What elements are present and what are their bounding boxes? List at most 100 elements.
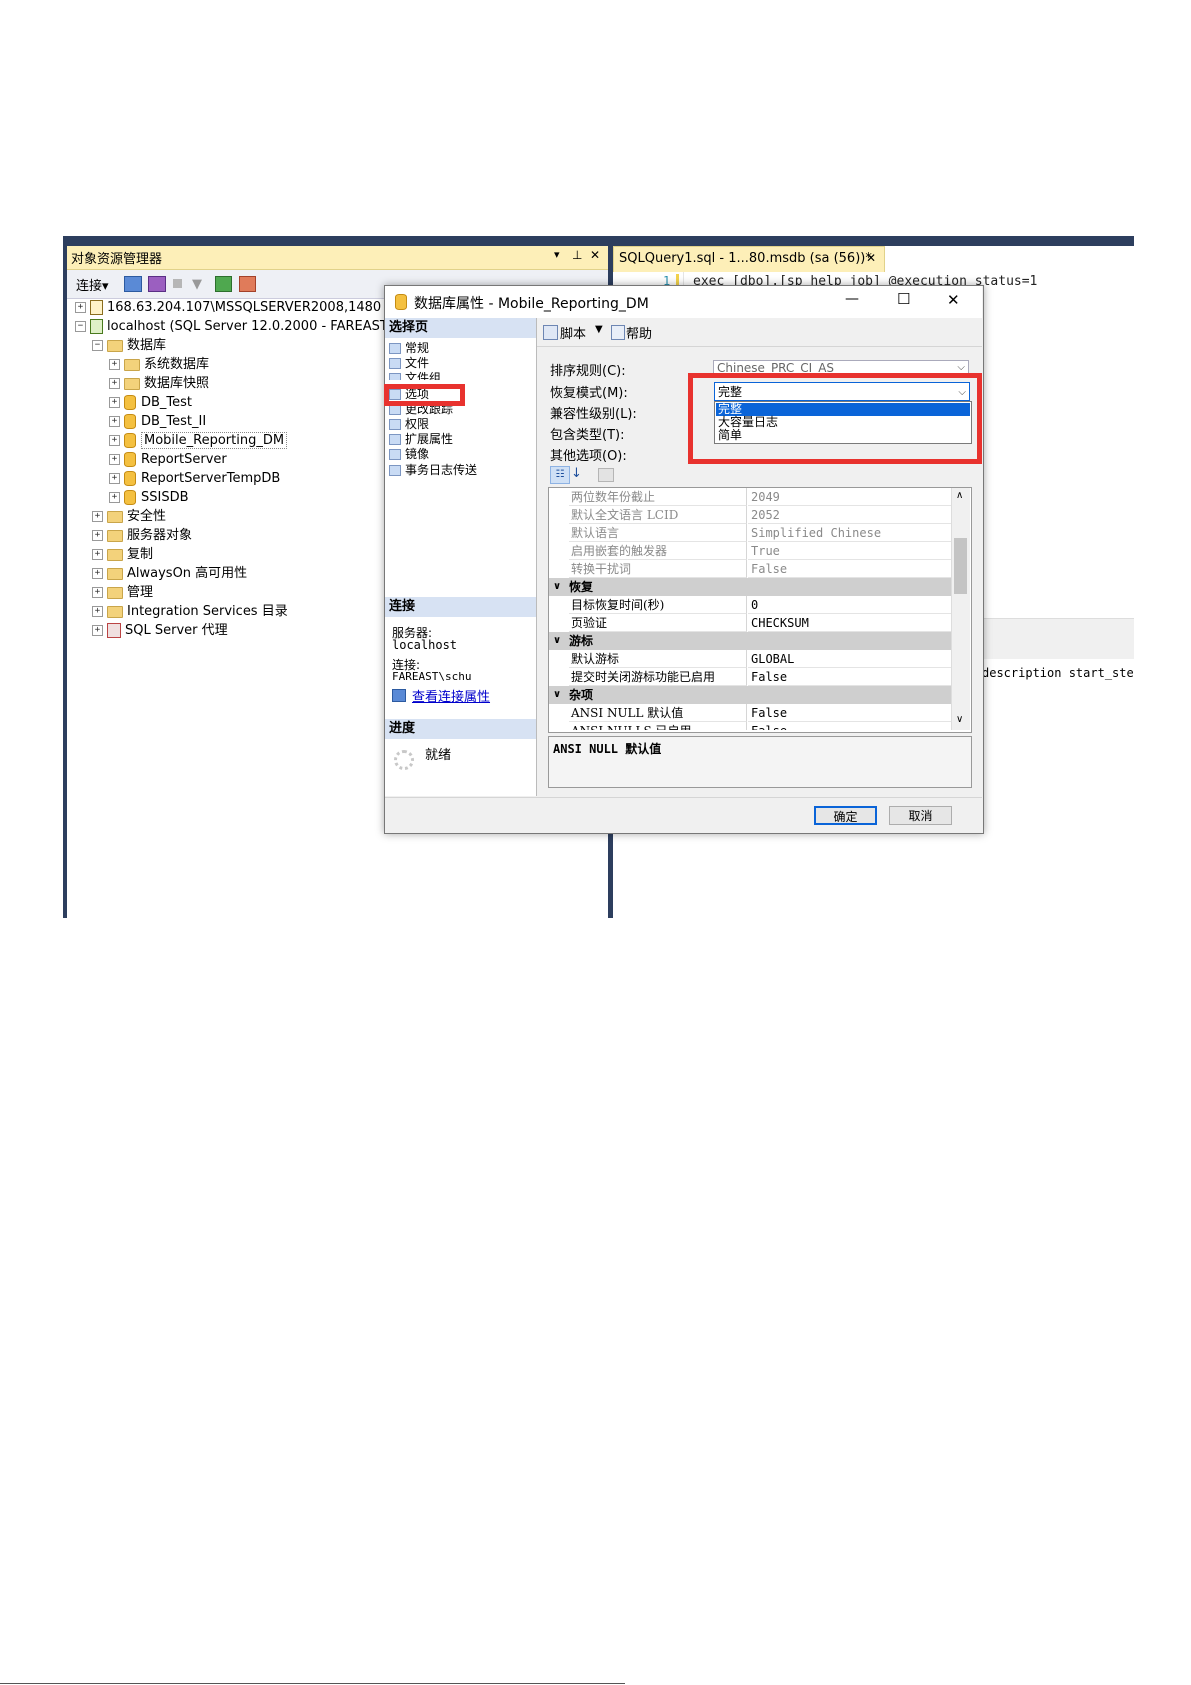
expand-icon[interactable]: + bbox=[109, 416, 120, 427]
tree-node-db-test[interactable]: + DB_Test bbox=[109, 394, 192, 412]
collation-select[interactable]: Chinese_PRC_CI_AS ⌵ bbox=[713, 360, 969, 374]
tree-node-reportserver[interactable]: + ReportServer bbox=[109, 451, 227, 469]
property-row-transform-noise-words[interactable]: 转换干扰词 False bbox=[549, 560, 953, 578]
page-bottom-rule bbox=[0, 1683, 625, 1684]
property-row-close-cursor-on-commit[interactable]: 提交时关闭游标功能已启用 False bbox=[549, 668, 953, 686]
chevron-down-icon: ∨ bbox=[553, 635, 562, 646]
tree-node-reportservertempdb[interactable]: + ReportServerTempDB bbox=[109, 470, 280, 488]
tree-node-alwayson[interactable]: + AlwaysOn 高可用性 bbox=[92, 565, 247, 583]
script-dropdown-icon[interactable]: ▼ bbox=[595, 324, 603, 335]
tree-node-management[interactable]: + 管理 bbox=[92, 584, 153, 602]
property-row-default-fulltext-lcid[interactable]: 默认全文语言 LCID 2052 bbox=[549, 506, 953, 524]
tree-node-replication[interactable]: + 复制 bbox=[92, 546, 153, 564]
tree-node-localhost[interactable]: − localhost (SQL Server 12.0.2000 - FAREA… bbox=[75, 318, 392, 336]
dropdown-icon[interactable]: ▾ bbox=[554, 248, 560, 261]
property-row-default-language[interactable]: 默认语言 Simplified Chinese bbox=[549, 524, 953, 542]
script-icon bbox=[543, 325, 558, 340]
page-filegroups[interactable]: 文件组 bbox=[389, 371, 441, 380]
page-files[interactable]: 文件 bbox=[389, 356, 429, 371]
cancel-button[interactable]: 取消 bbox=[889, 806, 952, 825]
tree-node-integration-services[interactable]: + Integration Services 目录 bbox=[92, 603, 288, 621]
collation-label: 排序规则(C): bbox=[550, 364, 626, 379]
scroll-down-icon[interactable]: ∨ bbox=[956, 714, 963, 725]
stop-icon[interactable] bbox=[173, 279, 182, 288]
highlight-options-page bbox=[384, 384, 465, 406]
property-row-target-recovery-time[interactable]: 目标恢复时间(秒) 0 bbox=[549, 596, 953, 614]
query-tab-title: SQLQuery1.sql - 1...80.msdb (sa (56))* bbox=[619, 251, 872, 266]
tree-node-databases[interactable]: − 数据库 bbox=[92, 337, 166, 355]
property-row-ansi-nulls-enabled[interactable]: ANSI NULLS 已启用False bbox=[549, 722, 953, 730]
disconnect-icon[interactable] bbox=[148, 276, 166, 292]
database-icon bbox=[395, 294, 407, 310]
tree-node-database-snapshots[interactable]: + 数据库快照 bbox=[109, 375, 209, 393]
expand-icon[interactable]: + bbox=[92, 587, 103, 598]
expand-icon[interactable]: + bbox=[92, 568, 103, 579]
tab-close-icon[interactable]: ✕ bbox=[866, 251, 876, 265]
pin-icon[interactable]: ⊥ bbox=[572, 248, 582, 262]
category-misc[interactable]: ∨ 杂项 bbox=[549, 686, 953, 704]
expand-icon[interactable]: + bbox=[92, 625, 103, 636]
page-mirroring[interactable]: 镜像 bbox=[389, 447, 429, 462]
tree-node-remote-server[interactable]: +168.63.204.107\MSSQLSERVER2008,1480 (S bbox=[75, 299, 399, 317]
database-icon bbox=[124, 490, 136, 505]
page-permissions[interactable]: 权限 bbox=[389, 417, 429, 432]
expand-icon[interactable]: + bbox=[109, 492, 120, 503]
property-row-default-cursor[interactable]: 默认游标 GLOBAL bbox=[549, 650, 953, 668]
minimize-button[interactable]: — bbox=[845, 291, 859, 307]
connect-server-icon[interactable] bbox=[124, 276, 142, 292]
connection-properties-icon bbox=[392, 689, 406, 702]
property-row-nested-triggers[interactable]: 启用嵌套的触发器 True bbox=[549, 542, 953, 560]
expand-icon[interactable]: + bbox=[109, 473, 120, 484]
expand-icon[interactable]: + bbox=[109, 397, 120, 408]
page-icon bbox=[389, 434, 401, 445]
filter-icon[interactable]: ▼ bbox=[192, 277, 202, 292]
connect-button[interactable]: 连接▾ bbox=[76, 275, 109, 294]
expand-icon[interactable]: + bbox=[109, 378, 120, 389]
collapse-icon[interactable]: − bbox=[75, 321, 86, 332]
scroll-up-icon[interactable]: ∧ bbox=[956, 490, 963, 501]
refresh-icon[interactable] bbox=[215, 276, 232, 292]
expand-icon[interactable]: + bbox=[92, 511, 103, 522]
property-row-page-verify[interactable]: 页验证 CHECKSUM bbox=[549, 614, 953, 632]
property-row-two-digit-year-cutoff[interactable]: 两位数年份截止 2049 bbox=[549, 488, 953, 506]
category-cursor[interactable]: ∨ 游标 bbox=[549, 632, 953, 650]
activity-monitor-icon[interactable] bbox=[239, 276, 256, 292]
property-grid[interactable]: 两位数年份截止 2049 默认全文语言 LCID 2052 默认语言 Simplifi… bbox=[548, 487, 972, 733]
expand-icon[interactable]: + bbox=[92, 606, 103, 617]
folder-icon bbox=[107, 529, 123, 542]
script-button[interactable]: 脚本 bbox=[560, 323, 586, 342]
expand-icon[interactable]: + bbox=[109, 359, 120, 370]
query-tab[interactable]: SQLQuery1.sql - 1...80.msdb (sa (56))* ✕ bbox=[613, 246, 885, 272]
tree-node-system-databases[interactable]: + 系统数据库 bbox=[109, 356, 209, 374]
page-general[interactable]: 常规 bbox=[389, 341, 429, 356]
tree-node-ssisdb[interactable]: + SSISDB bbox=[109, 489, 189, 507]
tree-node-mobile-reporting-dm[interactable]: + Mobile_Reporting_DM bbox=[109, 432, 288, 450]
categorized-icon[interactable]: ☷ bbox=[550, 466, 570, 484]
tree-node-security[interactable]: + 安全性 bbox=[92, 508, 166, 526]
close-icon[interactable]: ✕ bbox=[590, 248, 600, 262]
property-grid-scrollbar[interactable]: ∧ ∨ bbox=[951, 488, 970, 730]
expand-icon[interactable]: + bbox=[109, 435, 120, 446]
expand-icon[interactable]: + bbox=[75, 302, 86, 313]
page-log-shipping[interactable]: 事务日志传送 bbox=[389, 463, 477, 478]
expand-icon[interactable]: + bbox=[92, 530, 103, 541]
property-row-ansi-null-default[interactable]: ANSI NULL 默认值 False bbox=[549, 704, 953, 722]
maximize-button[interactable]: ☐ bbox=[897, 290, 910, 308]
scrollbar-thumb[interactable] bbox=[954, 538, 967, 594]
close-button[interactable]: ✕ bbox=[947, 291, 960, 309]
category-recovery[interactable]: ∨ 恢复 bbox=[549, 578, 953, 596]
collapse-icon[interactable]: − bbox=[92, 340, 103, 351]
page-icon bbox=[389, 343, 401, 354]
tree-node-sql-agent[interactable]: + SQL Server 代理 bbox=[92, 622, 228, 640]
expand-icon[interactable]: + bbox=[109, 454, 120, 465]
sort-alphabetical-icon[interactable]: ↓ bbox=[571, 466, 582, 481]
tree-node-server-objects[interactable]: + 服务器对象 bbox=[92, 527, 192, 545]
highlight-recovery-model bbox=[688, 373, 982, 464]
view-connection-properties-link[interactable]: 查看连接属性 bbox=[412, 686, 490, 705]
tree-node-db-test-ii[interactable]: + DB_Test_II bbox=[109, 413, 206, 431]
page-extended-properties[interactable]: 扩展属性 bbox=[389, 432, 453, 447]
expand-icon[interactable]: + bbox=[92, 549, 103, 560]
ok-button[interactable]: 确定 bbox=[814, 806, 877, 825]
database-icon bbox=[124, 414, 136, 429]
help-button[interactable]: 帮助 bbox=[626, 323, 652, 342]
